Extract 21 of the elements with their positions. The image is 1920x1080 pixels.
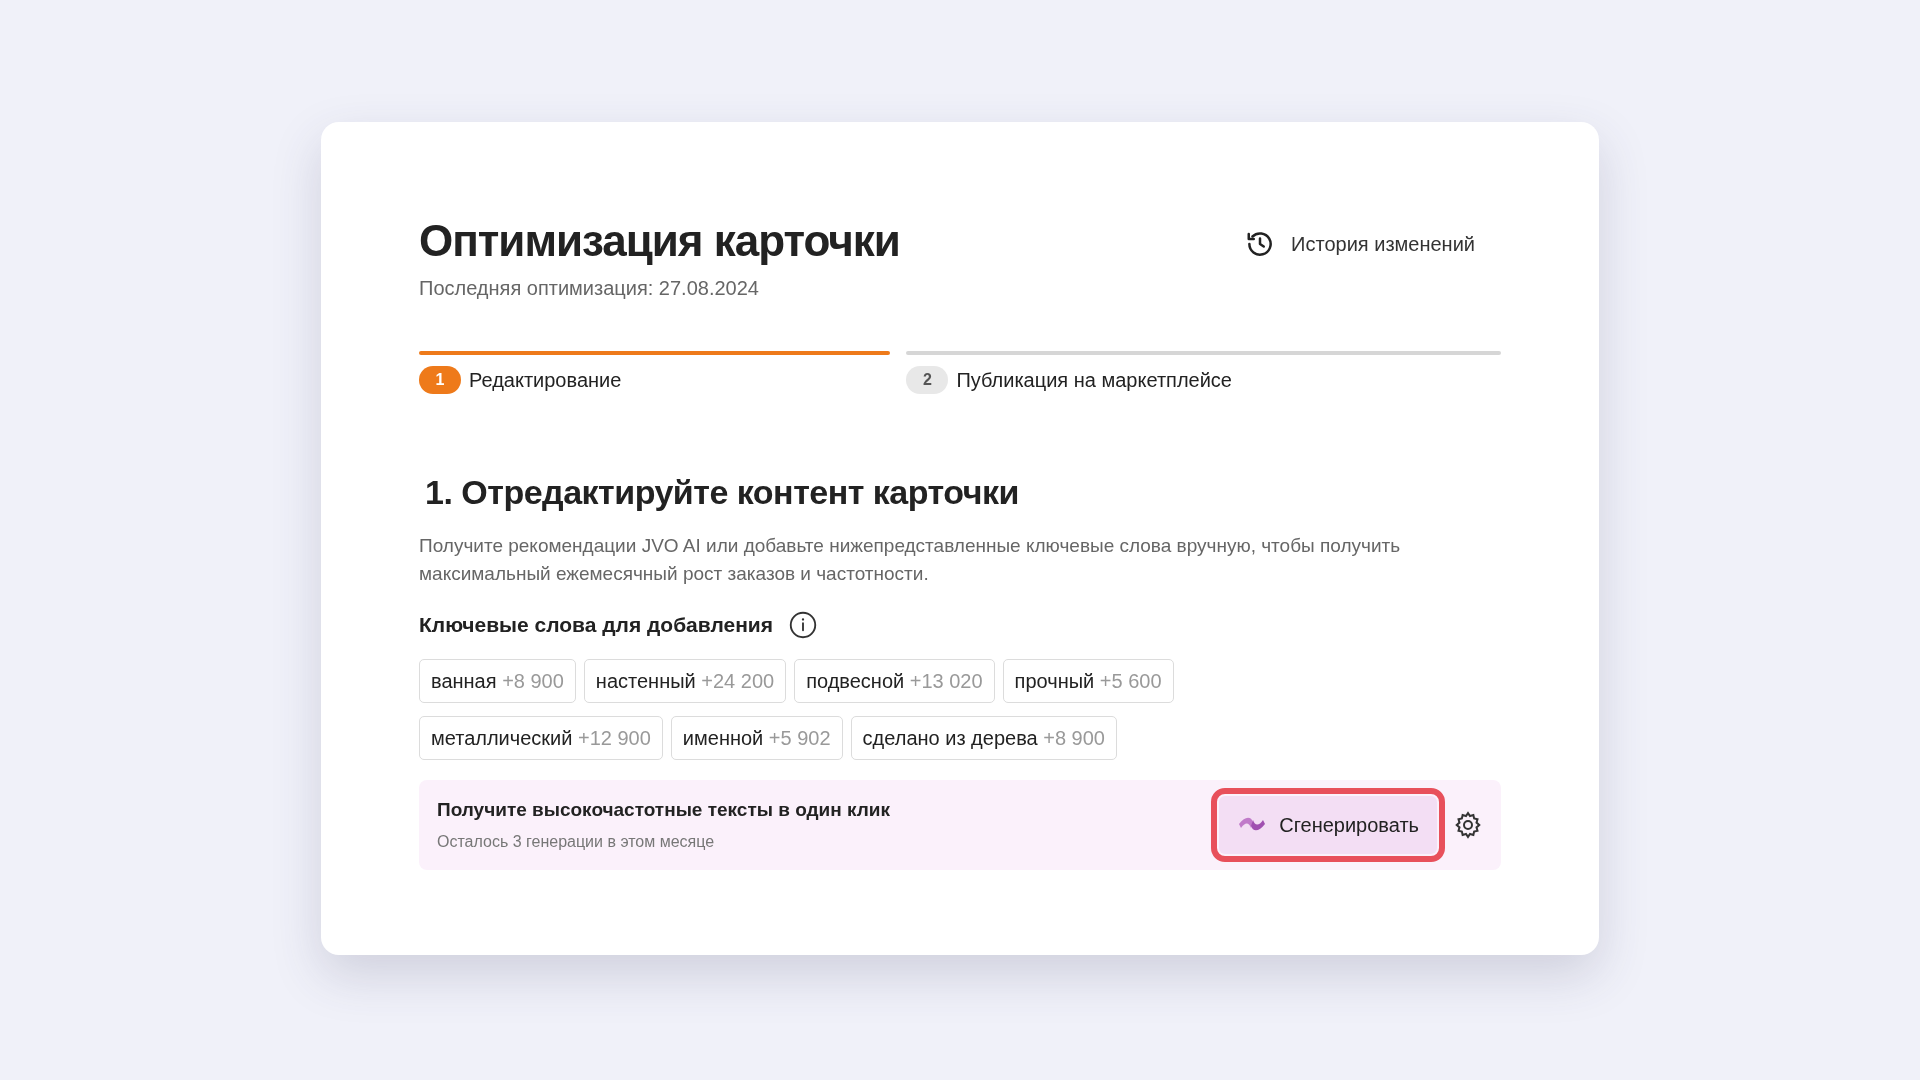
keyword-chip[interactable]: настенный +24 200 <box>583 659 787 703</box>
info-icon[interactable] <box>789 611 818 640</box>
section-heading: 1. Отредактируйте контент карточки <box>425 472 1020 514</box>
step-tab[interactable]: Редактирование <box>469 365 622 396</box>
keyword-chip[interactable]: подвесной +13 020 <box>794 659 995 703</box>
history-link[interactable]: История изменений <box>1245 229 1475 259</box>
keyword-chip[interactable]: металлический +12 900 <box>419 716 663 760</box>
keyword-chip[interactable]: ванная +8 900 <box>419 659 576 703</box>
description-text: Получите рекомендации JVO AI или добавьте нижепредставленные ключевые слова вручную, чтобы получить максимальный ежемесячный рост заказов и частотности. <box>419 534 1402 586</box>
generations-left-note: Осталось 3 генерации в этом месяце <box>437 832 716 853</box>
keyword-chip[interactable]: прочный +5 600 <box>1002 659 1174 703</box>
step-tab[interactable]: Публикация на маркетплейсе <box>956 365 1232 396</box>
last-optimization-date: Последняя оптимизация: 27.08.2024 <box>419 276 760 302</box>
keywords-heading: Ключевые слова для добавления <box>419 612 774 639</box>
keyword-chip[interactable]: именной +5 902 <box>670 716 843 760</box>
page-title: Оптимизация карточки <box>419 217 900 266</box>
keyword-chip[interactable]: сделано из дерева +8 900 <box>850 716 1117 760</box>
step-number-badge: 1 <box>419 366 461 395</box>
settings-icon[interactable] <box>1453 810 1483 840</box>
step-number-badge: 2 <box>906 366 949 395</box>
banner-title: Получите высокочастотные тексты в один клик <box>437 797 891 822</box>
